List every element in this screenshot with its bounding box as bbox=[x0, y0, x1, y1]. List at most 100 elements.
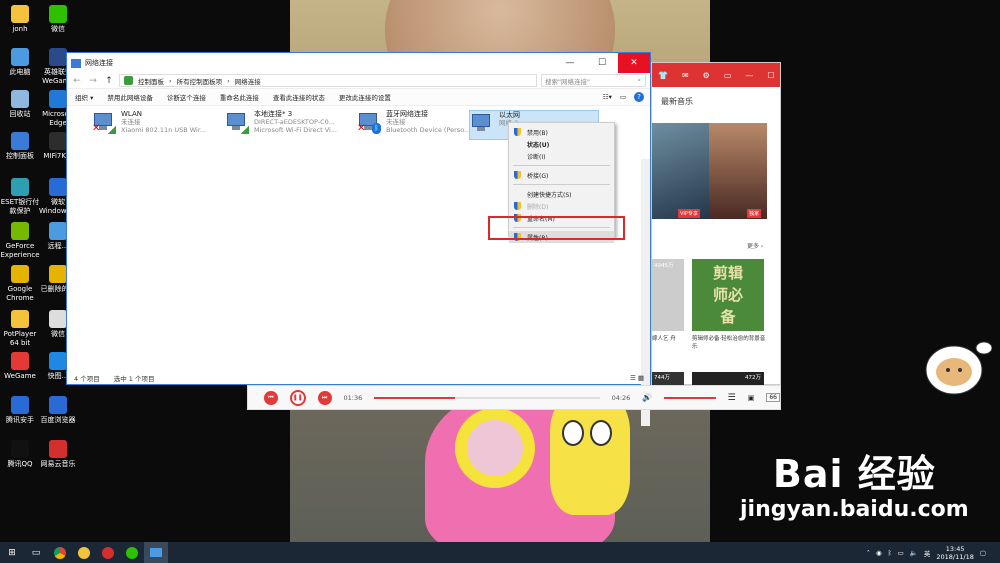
playlist-caption[interactable]: 剪辑师必备·轻松治愈的背景音乐 bbox=[692, 335, 767, 351]
netease-music-icon[interactable] bbox=[96, 542, 120, 563]
address-row: ← → ↑ 控制面板 › 所有控制面板项 › 网络连接 搜索"网络连接" ⌕ bbox=[67, 73, 650, 89]
desktop-icon[interactable]: 网易云音乐 bbox=[38, 440, 78, 469]
preview-pane-icon[interactable]: ▭ bbox=[620, 93, 626, 101]
playlist-cover[interactable]: 744万 bbox=[652, 372, 684, 385]
change-settings-button[interactable]: 更改此连接的设置 bbox=[339, 92, 391, 102]
mail-icon[interactable]: ✉ bbox=[682, 71, 689, 80]
taskbar: ⊞ ▭ ˄ ◉ ᛒ ▭ 🔈 英 13:45 2018/11/18 ▢ bbox=[0, 542, 1000, 563]
search-icon: ⌕ bbox=[637, 76, 641, 84]
volume-tray-icon[interactable]: 🔈 bbox=[910, 549, 918, 557]
connection-bluetooth[interactable]: ✕ ᛒ 蓝牙网络连接 未连接 Bluetooth Device (Perso... bbox=[357, 110, 487, 140]
skin-icon[interactable]: 👕 bbox=[658, 71, 668, 80]
maximize-button[interactable]: ☐ bbox=[586, 53, 618, 73]
desktop-icon[interactable]: 腾讯QQ bbox=[0, 440, 40, 469]
desktop-icon-label: 腾讯安手 bbox=[6, 416, 34, 424]
desktop-icon[interactable]: Google Chrome bbox=[0, 265, 40, 303]
previous-button[interactable]: ⏮ bbox=[264, 390, 278, 405]
app-icon bbox=[49, 440, 67, 458]
clock[interactable]: 13:45 2018/11/18 bbox=[936, 545, 973, 561]
volume-icon[interactable]: 🔊 bbox=[642, 393, 652, 402]
connection-local-3[interactable]: 本地连接* 3 DIRECT-aEDESKTOP-C0... Microsoft W… bbox=[225, 110, 355, 140]
chrome-icon[interactable] bbox=[48, 542, 72, 563]
bluetooth-icon[interactable]: ᛒ bbox=[888, 549, 892, 557]
app-icon bbox=[49, 352, 67, 370]
total-time: 04:26 bbox=[611, 393, 631, 402]
connection-wlan[interactable]: ✕ WLAN 未连接 Xiaomi 802.11n USB Wir... bbox=[92, 110, 222, 140]
volume-slider[interactable] bbox=[664, 396, 716, 399]
rename-button[interactable]: 重命名此连接 bbox=[220, 92, 259, 102]
desktop-icon[interactable]: 百度浏览器 bbox=[38, 396, 78, 425]
lyrics-icon[interactable]: ▣ bbox=[748, 394, 755, 402]
more-link[interactable]: 更多 › bbox=[747, 241, 763, 250]
desktop-icon[interactable]: WeGame bbox=[0, 352, 40, 381]
mini-mode-icon[interactable]: ▭ bbox=[724, 71, 732, 80]
help-icon[interactable]: ? bbox=[634, 92, 644, 102]
network-adapter-icon bbox=[225, 110, 249, 134]
minimize-icon[interactable]: — bbox=[745, 71, 753, 80]
view-options-icon[interactable]: ☷▾ bbox=[603, 93, 612, 101]
menu-item-diagnose[interactable]: 诊断(I) bbox=[509, 150, 614, 162]
desktop-icon[interactable]: jonh bbox=[0, 5, 40, 34]
settings-icon[interactable]: ⚙ bbox=[703, 71, 710, 80]
menu-separator bbox=[513, 184, 610, 185]
details-view-icon[interactable]: ☰ ▦ bbox=[630, 374, 650, 382]
diagnose-button[interactable]: 诊断这个连接 bbox=[167, 92, 206, 102]
close-button[interactable]: ✕ bbox=[618, 53, 650, 73]
network-icon[interactable]: ▭ bbox=[898, 549, 904, 557]
menu-item-create-shortcut[interactable]: 创建快捷方式(S) bbox=[509, 188, 614, 200]
organize-menu[interactable]: 组织 ▾ bbox=[75, 92, 93, 102]
next-button[interactable]: ⏭ bbox=[317, 390, 332, 405]
input-language[interactable]: 英 bbox=[924, 548, 931, 558]
desktop-icon[interactable]: 微信 bbox=[38, 5, 78, 34]
notification-icon[interactable]: ▢ bbox=[980, 549, 986, 557]
back-button[interactable]: ← bbox=[71, 76, 83, 86]
minimize-button[interactable]: — bbox=[554, 53, 586, 73]
desktop-icon[interactable]: GeForce Experience bbox=[0, 222, 40, 260]
desktop-icon[interactable]: 腾讯安手 bbox=[0, 396, 40, 425]
wechat-icon[interactable] bbox=[120, 542, 144, 563]
security-icon[interactable]: ◉ bbox=[876, 549, 882, 557]
playlist-caption[interactable]: 嫁人乞 舟 bbox=[652, 335, 684, 343]
app-icon bbox=[11, 5, 29, 23]
up-button[interactable]: ↑ bbox=[103, 76, 115, 86]
command-bar: 组织 ▾ 禁用此网络设备 诊断这个连接 重命名此连接 查看此连接的状态 更改此连… bbox=[67, 89, 650, 106]
album-cover[interactable]: 独家 bbox=[709, 123, 767, 219]
breadcrumb-item[interactable]: 网络连接 bbox=[235, 76, 261, 86]
desktop-icon[interactable]: ESET银行付款保护 bbox=[0, 178, 40, 216]
address-bar[interactable]: 控制面板 › 所有控制面板项 › 网络连接 bbox=[119, 74, 537, 87]
menu-item-disable[interactable]: 禁用(B) bbox=[509, 126, 614, 138]
windows-start-icon[interactable]: ⊞ bbox=[0, 542, 24, 563]
desktop-icon[interactable]: 此电脑 bbox=[0, 48, 40, 77]
pause-button[interactable]: ❚❚ bbox=[289, 389, 306, 406]
item-count: 4 个项目 bbox=[74, 374, 100, 383]
menu-item-delete[interactable]: 删除(D) bbox=[509, 200, 614, 212]
playlist-icon[interactable]: ☰ bbox=[728, 393, 736, 403]
desktop-icon-label: jonh bbox=[12, 25, 28, 33]
disable-device-button[interactable]: 禁用此网络设备 bbox=[107, 92, 153, 102]
breadcrumb-item[interactable]: 控制面板 bbox=[138, 76, 164, 86]
menu-item-bridge[interactable]: 桥接(G) bbox=[509, 169, 614, 181]
app-icon bbox=[49, 132, 67, 150]
playlist-cover[interactable]: 剪辑师必备 bbox=[692, 259, 764, 331]
desktop-icon[interactable]: 回收站 bbox=[0, 90, 40, 119]
desktop-icon-label: 控制面板 bbox=[6, 152, 34, 160]
menu-item-status[interactable]: 状态(U) bbox=[509, 138, 614, 150]
progress-slider[interactable] bbox=[374, 396, 600, 399]
playlist-cover[interactable]: 472万 bbox=[692, 372, 764, 385]
desktop-icon[interactable]: 控制面板 bbox=[0, 132, 40, 161]
forward-button[interactable]: → bbox=[87, 76, 99, 86]
album-cover[interactable]: VIP专享 bbox=[652, 123, 709, 219]
network-connections-task[interactable] bbox=[144, 542, 168, 563]
view-status-button[interactable]: 查看此连接的状态 bbox=[273, 92, 325, 102]
task-view-icon[interactable]: ▭ bbox=[24, 542, 48, 563]
app-icon bbox=[11, 90, 29, 108]
chevron-up-icon[interactable]: ˄ bbox=[867, 549, 870, 557]
desktop-icon[interactable]: PotPlayer 64 bit bbox=[0, 310, 40, 348]
playlist-cover[interactable]: 4945万 bbox=[652, 259, 684, 331]
menu-separator bbox=[513, 165, 610, 166]
search-input[interactable]: 搜索"网络连接" ⌕ bbox=[541, 74, 646, 87]
breadcrumb-item[interactable]: 所有控制面板项 bbox=[177, 76, 223, 86]
potplayer-icon[interactable] bbox=[72, 542, 96, 563]
maximize-icon[interactable]: ☐ bbox=[767, 71, 774, 80]
playlist-count-badge[interactable]: 66 bbox=[766, 393, 780, 402]
